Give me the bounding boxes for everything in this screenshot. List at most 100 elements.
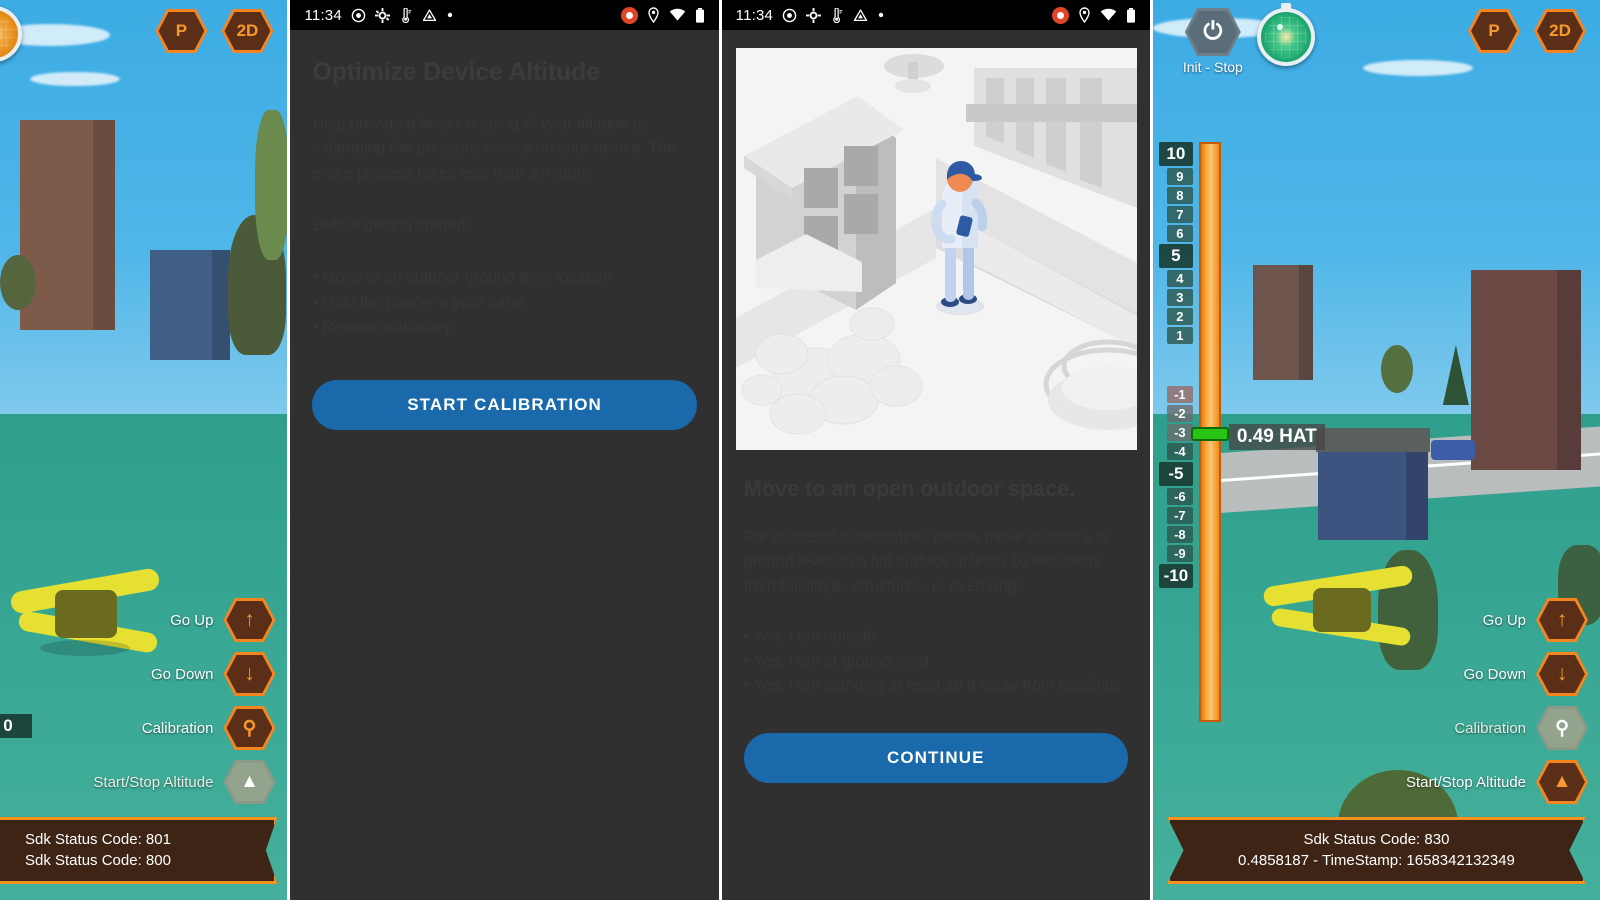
status-banner-right: Sdk Status Code: 830 0.4858187 - TimeSta… (1166, 816, 1587, 884)
wifi-icon (1100, 8, 1117, 22)
altitude-tick: -2 (1166, 405, 1193, 422)
arrow-up-icon[interactable]: ↑ (223, 598, 276, 642)
list-item: • Yes, I am outside. (743, 627, 881, 645)
projection-button[interactable]: P (155, 9, 208, 53)
page-title: Move to an open outdoor space. (743, 476, 1076, 501)
altitude-marker (1190, 427, 1229, 441)
flight-controls-left: Go Up ↑ Go Down ↓ Calibration ⚲ Start/St… (93, 598, 276, 804)
record-indicator-icon (620, 6, 638, 24)
altitude-tick: 2 (1166, 308, 1193, 325)
simulator-panel-left[interactable]: 0 P 2D Go Up ↑ Go Down ↓ Calibration ⚲ S… (0, 0, 288, 900)
control-label: Start/Stop Altitude (93, 773, 214, 791)
status-line: 0.4858187 - TimeStamp: 1658342132349 (1238, 852, 1515, 870)
battery-icon (695, 7, 705, 23)
building (1252, 265, 1313, 380)
status-bar-time: 11:34 (304, 6, 342, 24)
altitude-tick: -6 (1166, 488, 1193, 505)
intro-body-text: Help provide a better reading of your al… (312, 116, 676, 182)
location-pin-icon[interactable]: ⚲ (223, 706, 276, 750)
altitude-tick: 7 (1166, 206, 1193, 223)
altitude-tick: -5 (1158, 462, 1193, 486)
simulator-panel-right[interactable]: ⏻ Init - Stop P 2D 10 9 8 7 6 5 4 3 2 1 … (1152, 0, 1600, 900)
arrow-down-icon[interactable]: ↓ (1536, 652, 1589, 696)
camera-record-icon (351, 8, 366, 23)
tree (255, 110, 288, 260)
triangle-drive-icon (422, 8, 437, 23)
arrow-up-icon[interactable]: ↑ (1536, 598, 1589, 642)
radar-gauge[interactable] (1256, 8, 1315, 66)
building (150, 250, 230, 360)
altitude-icon[interactable]: ▲ (223, 760, 276, 804)
dot-icon (446, 11, 454, 19)
altitude-tick: -3 (1166, 424, 1193, 441)
altitude-icon[interactable]: ▲ (1536, 760, 1589, 804)
control-go-down[interactable]: Go Down ↓ (1406, 652, 1589, 696)
control-label: Go Up (170, 611, 214, 629)
cloud (30, 72, 120, 86)
phone-panel-calibration-intro: 11:34 Optimize Device Altitude Help prov… (290, 0, 719, 900)
gear-icon (374, 7, 390, 23)
dot-icon (877, 11, 885, 19)
location-pin-icon[interactable]: ⚲ (1536, 706, 1589, 750)
location-pin-icon (1078, 7, 1091, 23)
car (1430, 440, 1475, 460)
thermometer-icon (830, 7, 844, 23)
status-line: Sdk Status Code: 830 (1303, 830, 1450, 848)
altitude-tick: 8 (1166, 187, 1193, 204)
list-item: • Yes, I am at ground level. (743, 652, 934, 670)
outdoor-space-sheet: Move to an open outdoor space. For succe… (722, 450, 1150, 783)
status-line: Sdk Status Code: 801 (25, 830, 171, 848)
view-controls-right: P 2D (1468, 9, 1587, 53)
init-stop-button[interactable]: ⏻ Init - Stop (1183, 8, 1243, 75)
control-go-down[interactable]: Go Down ↓ (93, 652, 276, 696)
status-line: Sdk Status Code: 800 (25, 852, 171, 870)
tree (1380, 345, 1413, 393)
init-stop-label: Init - Stop (1182, 59, 1243, 75)
altitude-tick: 3 (1166, 289, 1193, 306)
start-calibration-button[interactable]: START CALIBRATION (312, 380, 697, 431)
thermometer-icon (399, 7, 413, 23)
projection-button[interactable]: P (1468, 9, 1521, 53)
control-calibration[interactable]: Calibration ⚲ (1406, 706, 1589, 750)
outdoor-body-text: For successful calibration, please move … (743, 529, 1109, 595)
power-icon[interactable]: ⏻ (1184, 8, 1241, 56)
battery-icon (1126, 7, 1136, 23)
altitude-tick: 10 (1158, 142, 1193, 166)
altitude-tick-partial: 0 (0, 714, 32, 738)
control-label: Calibration (141, 719, 214, 737)
altitude-tick: 6 (1166, 225, 1193, 242)
continue-button[interactable]: CONTINUE (743, 732, 1128, 783)
altitude-tick: 1 (1166, 327, 1193, 344)
view-mode-button[interactable]: 2D (1534, 9, 1587, 53)
radar-blip (1276, 24, 1283, 30)
control-calibration[interactable]: Calibration ⚲ (93, 706, 276, 750)
control-go-up[interactable]: Go Up ↑ (1406, 598, 1589, 642)
view-mode-button[interactable]: 2D (221, 9, 274, 53)
status-bar: 11:34 (721, 0, 1150, 30)
before-started-subhead: Before getting started: (312, 216, 470, 234)
roof (1315, 428, 1430, 452)
status-banner-left: Sdk Status Code: 801 Sdk Status Code: 80… (0, 816, 278, 884)
altitude-tick: 4 (1166, 270, 1193, 287)
altitude-tick: 9 (1166, 168, 1193, 185)
control-label: Start/Stop Altitude (1405, 773, 1527, 791)
building (1470, 270, 1581, 470)
screenshot-root: 0 P 2D Go Up ↑ Go Down ↓ Calibration ⚲ S… (0, 0, 1600, 900)
calibration-intro-sheet: Optimize Device Altitude Help provide a … (290, 30, 718, 431)
control-label: Calibration (1454, 719, 1527, 737)
arrow-down-icon[interactable]: ↓ (223, 652, 276, 696)
building (1317, 445, 1428, 540)
control-start-stop-altitude[interactable]: Start/Stop Altitude ▲ (1405, 760, 1589, 804)
control-go-up[interactable]: Go Up ↑ (93, 598, 276, 642)
altitude-tick: -8 (1166, 526, 1193, 543)
altitude-zero-gap (1159, 346, 1193, 386)
radar-grid (0, 14, 14, 54)
status-bar: 11:34 (290, 0, 719, 30)
list-item: • Hold the phone in your hand (312, 293, 524, 311)
altitude-tick: -10 (1158, 564, 1193, 588)
altitude-tick: 5 (1158, 244, 1193, 268)
control-start-stop-altitude[interactable]: Start/Stop Altitude ▲ (93, 760, 276, 804)
prerequisites-list: • Move to an outdoor ground level locati… (312, 266, 696, 340)
radar-grid (1264, 16, 1307, 58)
list-item: • Remain stationary (312, 318, 452, 336)
